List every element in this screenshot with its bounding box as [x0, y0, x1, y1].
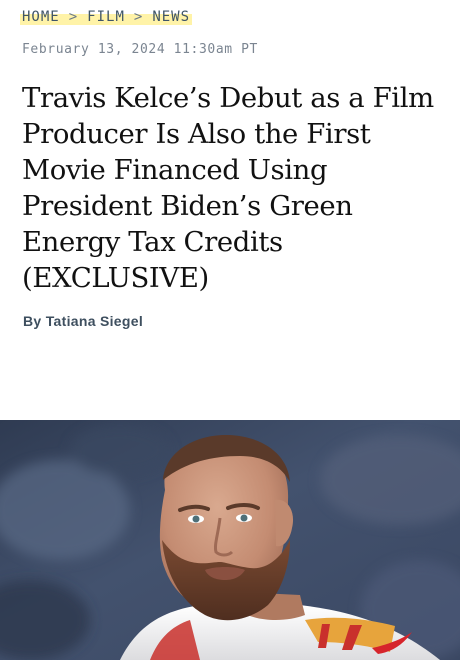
byline: By Tatiana Siegel	[23, 313, 143, 329]
hero-image	[0, 420, 460, 660]
publish-date: February 13, 2024 11:30am PT	[22, 42, 258, 57]
breadcrumb-film-link[interactable]: FILM	[87, 9, 125, 25]
breadcrumb-separator: >	[68, 9, 79, 25]
author-link[interactable]: Tatiana Siegel	[46, 313, 143, 329]
article-headline: Travis Kelce’s Debut as a Film Producer …	[22, 82, 434, 294]
byline-prefix: By	[23, 313, 42, 329]
breadcrumb: HOME > FILM > NEWS	[20, 6, 193, 28]
hero-photo	[0, 420, 460, 660]
article-page: HOME > FILM > NEWS February 13, 2024 11:…	[0, 0, 460, 660]
breadcrumb-home-link[interactable]: HOME	[22, 9, 60, 25]
breadcrumb-separator: >	[133, 9, 144, 25]
breadcrumb-news-link[interactable]: NEWS	[152, 9, 190, 25]
